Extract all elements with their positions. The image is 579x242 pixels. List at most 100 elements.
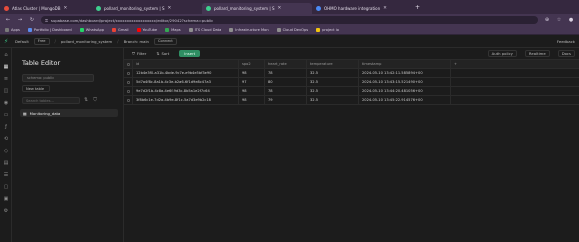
cell-temperature[interactable]: 32.5 xyxy=(307,95,359,105)
bookmark-item[interactable]: Apps xyxy=(5,28,20,32)
insert-button[interactable]: Insert xyxy=(179,50,201,57)
table-row[interactable]: 3f8b6c1e-7d2a-4b9e-8f1c-5a7d3e9b2c18 98 … xyxy=(124,95,579,105)
site-info-icon[interactable]: ⚿ xyxy=(45,18,48,23)
storage-icon[interactable]: ▭ xyxy=(3,112,9,118)
column-header-timestamp[interactable]: timestamp xyxy=(359,59,451,69)
new-table-button[interactable]: New table xyxy=(22,85,50,92)
table-toolbar: ⛉ Filter ⇅ Sort Insert Auth policy Realtim… xyxy=(124,48,579,60)
cell-spo2[interactable]: 98 xyxy=(239,68,265,78)
bookmark-item[interactable]: Infrastructure Mon xyxy=(229,28,269,32)
sort-icon: ⇅ xyxy=(156,51,160,56)
bookmark-star-icon[interactable]: ☆ xyxy=(556,17,562,23)
bookmark-item[interactable]: Cloud DevOps xyxy=(276,28,308,32)
integrations-icon[interactable]: ▣ xyxy=(3,196,9,202)
database-icon[interactable]: ◫ xyxy=(3,88,9,94)
reload-icon[interactable]: ↻ xyxy=(29,17,35,23)
close-icon[interactable]: ✕ xyxy=(383,6,387,11)
bookmark-label: WhatsApp xyxy=(85,28,105,32)
sort-button[interactable]: ⇅ Sort xyxy=(156,51,169,56)
cell-spo2[interactable]: 98 xyxy=(239,95,265,105)
close-icon[interactable]: ✕ xyxy=(278,6,282,11)
home-icon[interactable]: ⌂ xyxy=(3,52,9,58)
functions-icon[interactable]: ƒ xyxy=(3,124,9,130)
cell-temperature[interactable]: 32.5 xyxy=(307,86,359,96)
bookmark-item[interactable]: Portfolio | Dashboard xyxy=(27,28,72,32)
cell-id[interactable]: 5d7a4f8c-8a1b-4c3e-b2a6-6f1d9e8c47a3 xyxy=(133,77,239,87)
cell-heart-rate[interactable]: 78 xyxy=(265,68,307,78)
connect-button[interactable]: Connect xyxy=(153,37,177,45)
cell-timestamp[interactable]: 2024-05-10 13:45:22.914576+00 xyxy=(359,95,451,105)
back-icon[interactable]: ← xyxy=(5,17,11,23)
filter-icon[interactable]: ⛉ xyxy=(93,97,97,103)
bookmark-item[interactable]: YouTube xyxy=(136,28,157,32)
bookmark-label: Gmail xyxy=(118,28,129,32)
docs-button[interactable]: Docs xyxy=(557,50,575,57)
sql-editor-icon[interactable]: ≡ xyxy=(3,76,9,82)
checkbox-icon xyxy=(127,71,130,75)
sort-icon[interactable]: ⇅ xyxy=(84,97,88,103)
row-select-cell[interactable] xyxy=(124,86,133,96)
row-select-cell[interactable] xyxy=(124,77,133,87)
cell-temperature[interactable]: 32.5 xyxy=(307,68,359,78)
close-icon[interactable]: ✕ xyxy=(63,6,67,11)
supabase-logo-icon[interactable]: ⚡ xyxy=(4,38,10,45)
select-all-cell[interactable] xyxy=(124,59,133,69)
cell-spo2[interactable]: 97 xyxy=(239,77,265,87)
auth-policy-button[interactable]: Auth policy xyxy=(487,50,517,57)
cell-temperature[interactable]: 32.5 xyxy=(307,77,359,87)
column-header-temperature[interactable]: temperature xyxy=(307,59,359,69)
logs-icon[interactable]: ☰ xyxy=(3,172,9,178)
reports-icon[interactable]: ▤ xyxy=(3,160,9,166)
column-header-heart-rate[interactable]: heart_rate xyxy=(265,59,307,69)
cell-timestamp[interactable]: 2024-05-10 13:43:15.521490+00 xyxy=(359,77,451,87)
bookmark-item[interactable]: WhatsApp xyxy=(79,28,105,32)
cell-heart-rate[interactable]: 78 xyxy=(265,86,307,96)
bookmark-item[interactable]: ITS Cloud Data xyxy=(188,28,221,32)
cell-timestamp[interactable]: 2024-05-10 13:44:20.481056+00 xyxy=(359,86,451,96)
realtime-icon[interactable]: ⟲ xyxy=(3,136,9,142)
filter-button[interactable]: ⛉ Filter xyxy=(132,51,146,56)
cell-id[interactable]: 12b4e3f0-a31b-4bde-9c7e-e9b4e5bf3e90 xyxy=(133,68,239,78)
row-select-cell[interactable] xyxy=(124,95,133,105)
breadcrumb-branch[interactable]: Branch: main xyxy=(124,39,149,44)
table-search-input[interactable]: Search tables... xyxy=(22,97,80,104)
bookmark-item[interactable]: Gmail xyxy=(112,28,129,32)
checkbox-icon xyxy=(127,98,130,102)
forward-icon[interactable]: → xyxy=(17,17,23,23)
cell-heart-rate[interactable]: 80 xyxy=(265,77,307,87)
breadcrumb-org[interactable]: Default xyxy=(15,39,29,44)
tab-label: pollard_monitoring_system | S xyxy=(104,6,165,11)
sidebar-item-monitoring-data[interactable]: ▦ Monitoring_data xyxy=(20,109,118,117)
bookmark-item[interactable]: Maps xyxy=(165,28,181,32)
browser-tab[interactable]: Atlas Cluster | MongoDB ✕ xyxy=(0,3,92,14)
zoom-icon[interactable]: ⊕ xyxy=(544,17,550,23)
column-header-id[interactable]: id xyxy=(133,59,239,69)
table-editor-icon[interactable]: ▦ xyxy=(3,64,9,70)
cell-id[interactable]: 9e7d2f1b-4c8a-4e6f-9d3c-8b5a1e2f7c64 xyxy=(133,86,239,96)
browser-tab-active[interactable]: pollard_monitoring_system | S ✕ xyxy=(202,3,312,14)
new-tab-button[interactable]: + xyxy=(415,4,420,11)
profile-icon[interactable]: ● xyxy=(568,17,574,23)
bookmark-favicon-icon xyxy=(229,28,234,32)
url-field[interactable]: ⚿ supabase.com/dashboard/project/xxxxxxx… xyxy=(41,16,538,24)
breadcrumb-project[interactable]: pollard_monitoring_system xyxy=(61,39,112,44)
realtime-button[interactable]: Realtime xyxy=(524,50,550,57)
schema-selector[interactable]: schema: public xyxy=(22,74,94,82)
add-column-cell[interactable]: + xyxy=(451,60,579,69)
cell-id[interactable]: 3f8b6c1e-7d2a-4b9e-8f1c-5a7d3e9b2c18 xyxy=(133,95,239,105)
cell-spo2[interactable]: 98 xyxy=(239,86,265,96)
close-icon[interactable]: ✕ xyxy=(168,6,172,11)
browser-tab[interactable]: OHMO hardware integration ✕ xyxy=(312,3,412,14)
auth-icon[interactable]: ◉ xyxy=(3,100,9,106)
browser-tab[interactable]: pollard_monitoring_system | S ✕ xyxy=(92,3,202,14)
feedback-button[interactable]: Feedback xyxy=(557,39,575,44)
bookmark-item[interactable]: project io xyxy=(316,28,339,32)
api-docs-icon[interactable]: ▢ xyxy=(3,184,9,190)
toolbar-right: Auth policy Realtime Docs xyxy=(487,50,579,57)
cell-heart-rate[interactable]: 79 xyxy=(265,95,307,105)
settings-icon[interactable]: ⚙ xyxy=(3,208,9,214)
advisors-icon[interactable]: ◇ xyxy=(3,148,9,154)
row-select-cell[interactable] xyxy=(124,68,133,78)
column-header-spo2[interactable]: spo2 xyxy=(239,59,265,69)
cell-timestamp[interactable]: 2024-05-10 13:42:11.585894+00 xyxy=(359,68,451,78)
